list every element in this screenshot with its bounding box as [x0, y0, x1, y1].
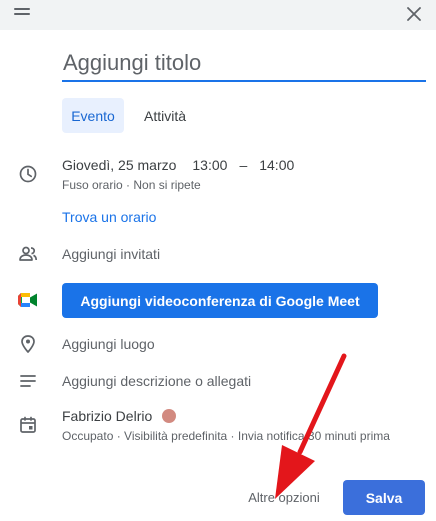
- close-icon: [407, 7, 421, 21]
- calendar-owner-name: Fabrizio Delrio: [62, 408, 153, 424]
- event-start-time[interactable]: 13:00: [192, 157, 227, 173]
- availability-visibility-notification[interactable]: Occupato · Visibilità predefinita · Invi…: [62, 429, 390, 443]
- more-options-button[interactable]: Altre opzioni: [236, 484, 332, 510]
- add-guests-field[interactable]: Aggiungi invitati: [62, 246, 160, 262]
- location-pin-icon: [21, 335, 35, 353]
- calendar-owner[interactable]: Fabrizio Delrio: [62, 408, 177, 424]
- calendar-icon: [20, 416, 36, 433]
- dialog-header: [0, 0, 436, 30]
- calendar-color-dot[interactable]: [162, 409, 177, 423]
- close-button[interactable]: [402, 2, 426, 26]
- find-time-link[interactable]: Trova un orario: [62, 209, 156, 225]
- event-end-time[interactable]: 14:00: [259, 157, 294, 173]
- drag-handle-icon[interactable]: [14, 8, 30, 16]
- google-meet-icon: [18, 293, 37, 307]
- add-location-field[interactable]: Aggiungi luogo: [62, 336, 155, 352]
- tab-event[interactable]: Evento: [62, 98, 124, 133]
- description-icon: [20, 375, 36, 387]
- event-date[interactable]: Giovedì, 25 marzo: [62, 157, 176, 173]
- tab-task[interactable]: Attività: [131, 98, 199, 133]
- event-datetime[interactable]: Giovedì, 25 marzo 13:00–14:00: [62, 157, 294, 173]
- clock-icon: [19, 165, 37, 183]
- add-description-field[interactable]: Aggiungi descrizione o allegati: [62, 373, 251, 389]
- title-input[interactable]: [62, 46, 426, 82]
- save-button[interactable]: Salva: [343, 480, 425, 515]
- add-google-meet-button[interactable]: Aggiungi videoconferenza di Google Meet: [62, 283, 378, 318]
- guests-icon: [19, 246, 38, 261]
- timezone-recurrence[interactable]: Fuso orario · Non si ripete: [62, 178, 201, 192]
- time-separator: –: [239, 157, 248, 173]
